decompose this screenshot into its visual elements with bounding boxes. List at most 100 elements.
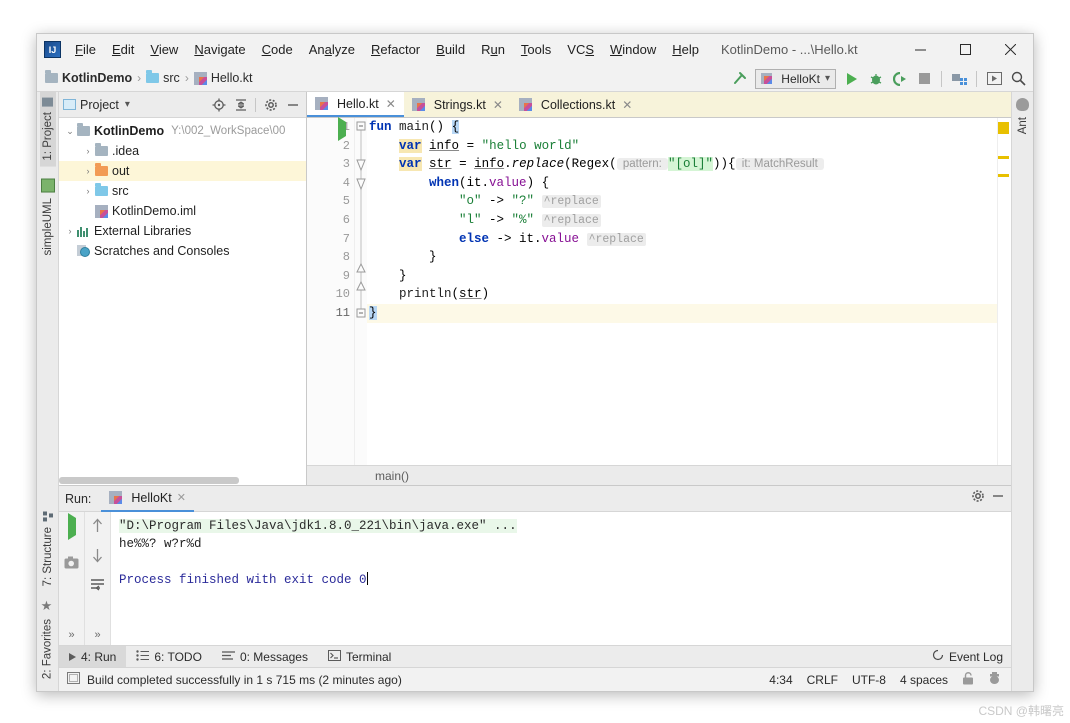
warning-marker[interactable] [998,174,1009,177]
lock-icon[interactable] [962,671,974,688]
rerun-icon[interactable] [67,513,76,540]
menu-refactor[interactable]: Refactor [363,39,428,60]
tool-strip-run[interactable]: 4: Run [59,645,127,668]
window-controls [898,34,1033,65]
build-hammer-icon[interactable] [728,68,750,90]
soft-wrap-icon[interactable] [90,578,105,596]
run-configuration-selector[interactable]: HelloKt ▾ [755,68,836,89]
breadcrumb-separator-2: › [184,71,189,85]
run-icon[interactable] [841,68,863,90]
menu-view[interactable]: View [142,39,186,60]
tree-row-out[interactable]: › out [59,161,306,181]
minimize-button[interactable] [898,34,943,65]
chevron-right-icon[interactable]: › [81,186,95,196]
hide-icon[interactable] [283,95,302,114]
menu-analyze[interactable]: Analyze [301,39,363,60]
close-icon[interactable]: ✕ [622,98,632,112]
tab-strings-kt[interactable]: Strings.kt ✕ [404,92,511,117]
scroll-up-icon[interactable] [91,518,104,538]
menu-navigate[interactable]: Navigate [186,39,253,60]
menu-window[interactable]: Window [602,39,664,60]
close-icon[interactable]: ✕ [386,97,396,111]
tree-row-kotlindemo[interactable]: ⌄ KotlinDemo Y:\002_WorkSpace\00 [59,121,306,141]
chevron-right-icon[interactable]: › [63,226,77,236]
warning-marker[interactable] [998,156,1009,159]
debug-icon[interactable] [865,68,887,90]
scratches-icon [77,245,90,257]
chevron-right-icon[interactable]: › [81,166,95,176]
kotlin-config-icon [761,73,773,84]
run-tab-hellokt[interactable]: HelloKt ✕ [101,486,194,512]
sidebar-item-simpleuml[interactable]: simpleUML [39,173,57,262]
console-line: Process finished with exit code 0 [119,571,1011,589]
sidebar-item-favorites[interactable]: 2: Favorites ★ [38,593,57,685]
tool-strip-terminal[interactable]: Terminal [318,646,401,668]
inspector-icon[interactable] [988,671,1001,688]
tree-row-iml[interactable]: KotlinDemo.iml [59,201,306,221]
menu-file[interactable]: FFileile [67,39,104,60]
run-console[interactable]: "D:\Program Files\Java\jdk1.8.0_221\bin\… [111,512,1011,645]
tree-row-idea[interactable]: › .idea [59,141,306,161]
line-separator[interactable]: CRLF [807,673,838,687]
project-hscrollbar[interactable] [59,477,239,484]
structure-icon [42,511,54,522]
close-button[interactable] [988,34,1033,65]
warning-marker[interactable] [998,122,1009,134]
menu-build[interactable]: Build [428,39,473,60]
gutter-run-icon[interactable] [338,117,346,141]
update-icon[interactable] [983,68,1005,90]
breadcrumb-item-project[interactable]: KotlinDemo [62,71,132,85]
close-icon[interactable]: ✕ [493,98,503,112]
sidebar-item-ant[interactable]: Ant [1015,111,1031,136]
settings-gear-icon[interactable] [261,95,280,114]
run-toolbar: HelloKt ▾ [728,65,1029,92]
tool-strip-messages[interactable]: 0: Messages [212,646,318,668]
breadcrumb-item-file[interactable]: Hello.kt [211,71,253,85]
chevron-down-icon[interactable]: ▾ [125,99,130,110]
tool-strip-todo[interactable]: 6: TODO [126,646,212,668]
editor-breadcrumb-main[interactable]: main() [375,469,409,483]
tree-row-src[interactable]: › src [59,181,306,201]
sidebar-item-structure[interactable]: 7: Structure [40,505,56,592]
breadcrumb-item-src[interactable]: src [163,71,180,85]
screenshot-icon[interactable] [64,556,79,574]
expand-icon[interactable]: » [68,629,74,641]
editor-marker-strip[interactable] [997,118,1011,465]
close-icon[interactable]: ✕ [177,491,186,504]
expand-icon[interactable]: » [94,629,100,641]
maximize-button[interactable] [943,34,988,65]
file-encoding[interactable]: UTF-8 [852,673,886,687]
locate-icon[interactable] [209,95,228,114]
run-coverage-icon[interactable] [889,68,911,90]
editor-breadcrumb-bar: main() [307,465,1011,485]
sidebar-item-project[interactable]: 1: Project [39,92,56,167]
menu-tools[interactable]: Tools [513,39,559,60]
editor-gutter: 1 2 3 4 5 6 7 8 9 10 11 [307,117,355,465]
menu-vcs[interactable]: VCS [559,39,602,60]
menu-edit[interactable]: Edit [104,39,142,60]
console-output-text: he%%? w?r%d [119,537,202,551]
search-everywhere-icon[interactable] [1007,68,1029,90]
tab-hello-kt[interactable]: Hello.kt ✕ [307,92,404,117]
chevron-down-icon[interactable]: ⌄ [63,126,77,137]
project-tool-window: Project ▾ ⌄ KotlinDemo Y:\002_WorkSpace\… [59,92,307,485]
settings-gear-icon[interactable] [971,489,985,508]
code-content[interactable]: fun main() { var info = "hello world" va… [367,118,997,465]
scroll-down-icon[interactable] [91,548,104,568]
indent-setting[interactable]: 4 spaces [900,673,948,687]
project-structure-icon[interactable] [948,68,970,90]
tree-row-external-libraries[interactable]: › External Libraries [59,221,306,241]
menu-code[interactable]: Code [254,39,301,60]
menu-run[interactable]: Run [473,39,513,60]
left-tool-rail: 1: Project simpleUML 7: Structure 2: Fav… [37,92,59,691]
stop-icon[interactable] [913,68,935,90]
collapse-all-icon[interactable] [231,95,250,114]
hide-icon[interactable] [991,489,1005,508]
chevron-right-icon[interactable]: › [81,146,95,156]
tree-row-scratches[interactable]: Scratches and Consoles [59,241,306,261]
code-line-1: fun main() { [369,120,460,134]
caret-position[interactable]: 4:34 [769,673,792,687]
menu-help[interactable]: Help [664,39,707,60]
event-log-button[interactable]: Event Log [932,649,1003,664]
tab-collections-kt[interactable]: Collections.kt ✕ [511,92,640,117]
